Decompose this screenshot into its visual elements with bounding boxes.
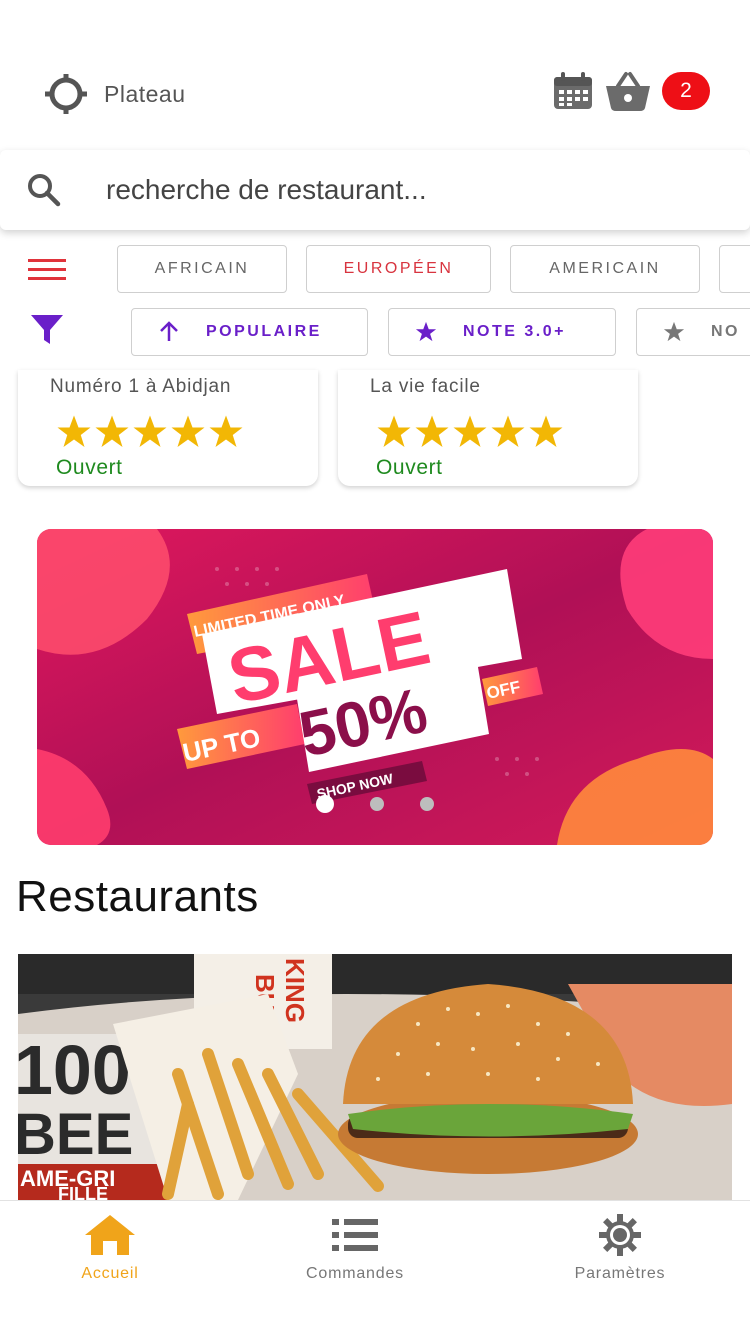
nav-item-commandes[interactable]: Commandes	[255, 1213, 455, 1283]
home-icon	[85, 1215, 135, 1255]
filter-funnel-icon[interactable]	[30, 312, 64, 346]
sort-chip-label: POPULAIRE	[206, 323, 322, 340]
star-icon	[95, 415, 129, 447]
nav-label: Accueil	[81, 1265, 139, 1282]
section-title: Restaurants	[16, 872, 259, 921]
carousel-dot[interactable]	[420, 797, 434, 811]
sort-filter-row: POPULAIRE NOTE 3.0+ NO	[0, 308, 750, 358]
star-icon	[453, 415, 487, 447]
nav-label: Commandes	[306, 1265, 404, 1282]
category-chip-americain[interactable]: AMERICAIN	[510, 245, 700, 293]
star-icon	[377, 415, 411, 447]
carousel-dots	[37, 795, 713, 813]
bottom-navigation: Accueil Commandes Paramètres	[0, 1200, 750, 1334]
sort-chip-label: NO	[711, 323, 740, 340]
sort-chip-note[interactable]: NOTE 3.0+	[388, 308, 616, 356]
restaurant-subtitle: Numéro 1 à Abidjan	[50, 376, 232, 397]
open-status: Ouvert	[376, 456, 443, 479]
promo-banner[interactable]: LIMITED TIME ONLY SALE UP TO 50% OFF SHO…	[37, 529, 713, 845]
rating-stars	[376, 414, 566, 450]
star-icon	[415, 321, 437, 342]
featured-restaurant-card[interactable]: Numéro 1 à Abidjan Ouvert	[18, 370, 318, 486]
restaurant-subtitle: La vie facile	[370, 376, 481, 397]
search-bar[interactable]	[0, 150, 750, 230]
sort-chip-populaire[interactable]: POPULAIRE	[131, 308, 368, 356]
svg-text:100: 100	[18, 1031, 131, 1109]
star-icon	[57, 415, 91, 447]
category-chip-africain[interactable]: AFRICAIN	[117, 245, 287, 293]
rating-stars	[56, 414, 246, 450]
svg-text:BEE: BEE	[18, 1102, 133, 1167]
star-icon	[415, 415, 449, 447]
svg-text:FILLE: FILLE	[58, 1184, 108, 1200]
carousel-dot[interactable]	[370, 797, 384, 811]
category-chip-more[interactable]	[719, 245, 750, 293]
menu-icon[interactable]	[28, 257, 66, 283]
star-icon	[529, 415, 563, 447]
gear-icon	[599, 1214, 641, 1256]
header-actions: 2	[552, 70, 710, 112]
svg-text:KING: KING	[280, 958, 310, 1023]
nav-item-accueil[interactable]: Accueil	[10, 1213, 210, 1283]
sort-chip-note-more[interactable]: NO	[636, 308, 750, 356]
search-input[interactable]	[106, 174, 666, 206]
arrow-up-icon	[160, 321, 178, 341]
nav-label: Paramètres	[574, 1265, 666, 1282]
calendar-icon[interactable]	[552, 71, 594, 111]
category-chip-europeen[interactable]: EUROPÉEN	[306, 245, 491, 293]
basket-icon[interactable]	[604, 70, 652, 112]
cart-count-badge[interactable]: 2	[662, 72, 710, 110]
search-icon	[28, 174, 61, 207]
category-row: AFRICAIN EUROPÉEN AMERICAIN	[0, 245, 750, 295]
open-status: Ouvert	[56, 456, 123, 479]
nav-item-parametres[interactable]: Paramètres	[520, 1213, 720, 1283]
sort-chip-label: NOTE 3.0+	[463, 323, 566, 340]
location-label: Plateau	[104, 80, 186, 107]
featured-restaurant-card[interactable]: La vie facile Ouvert	[338, 370, 638, 486]
star-icon	[209, 415, 243, 447]
star-icon	[171, 415, 205, 447]
restaurant-card-image[interactable]: 100 BEE AME-GRI FILLE BURG KING	[18, 954, 732, 1200]
location-selector[interactable]: Plateau	[42, 72, 186, 116]
star-icon	[491, 415, 525, 447]
burger-fries-photo: 100 BEE AME-GRI FILLE BURG KING	[18, 954, 732, 1200]
list-icon	[332, 1219, 378, 1251]
carousel-dot-active[interactable]	[316, 795, 334, 813]
star-icon	[133, 415, 167, 447]
star-icon	[663, 321, 685, 342]
app-header: Plateau 2	[0, 0, 750, 150]
location-crosshair-icon	[45, 74, 87, 114]
